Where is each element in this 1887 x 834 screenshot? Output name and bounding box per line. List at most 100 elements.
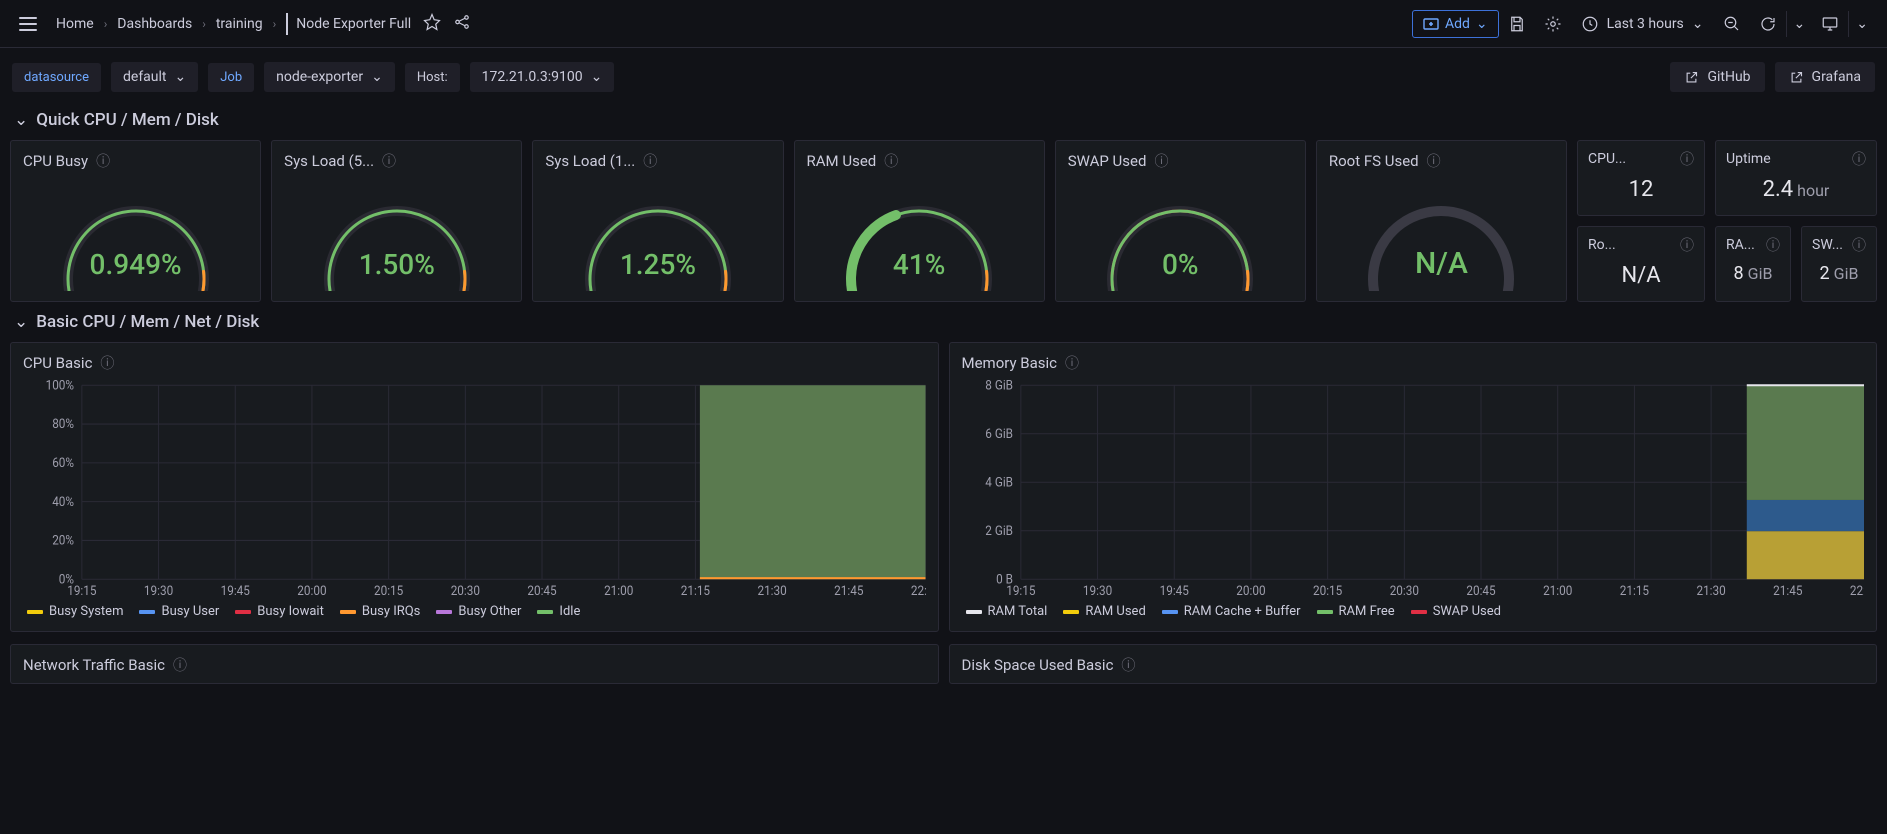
panel-memory-basic[interactable]: Memory Basic ⓘ 0 B2 GiB4 GiB6 GiB8 GiB 1… [949,342,1878,632]
panel-network-basic[interactable]: Network Traffic Basic ⓘ [10,644,939,684]
legend-item[interactable]: Busy IRQs [340,604,421,619]
save-icon[interactable] [1499,9,1535,39]
template-variables-row: datasource default ⌄ Job node-exporter ⌄… [0,48,1887,106]
var-datasource-select[interactable]: default ⌄ [111,62,198,92]
gauge-4[interactable]: SWAP Used ⓘ 0% [1055,140,1306,302]
svg-text:20:15: 20:15 [374,584,403,598]
gauge-2[interactable]: Sys Load (1... ⓘ 1.25% [532,140,783,302]
mem-legend: RAM Total RAM Used RAM Cache + Buffer RA… [962,598,1865,621]
svg-text:20:15: 20:15 [1313,584,1342,598]
time-range-picker[interactable]: Last 3 hours ⌄ [1571,10,1714,38]
svg-text:20:00: 20:00 [297,584,326,598]
stat-ram-total[interactable]: RA... ⓘ 8GiB [1715,226,1791,302]
info-icon[interactable]: ⓘ [1154,151,1168,171]
stat-uptime[interactable]: Uptime ⓘ 2.4hour [1715,140,1877,216]
grafana-link[interactable]: Grafana [1775,62,1875,92]
kiosk-picker[interactable]: ⌄ [1848,11,1875,37]
var-job-select[interactable]: node-exporter ⌄ [264,62,395,92]
stat-cpu-cores[interactable]: CPU... ⓘ 12 [1577,140,1705,216]
stat-swap-unit: GiB [1834,264,1859,283]
stat-col-2: Uptime ⓘ 2.4hour RA... ⓘ 8GiB SW... ⓘ 2G… [1715,140,1877,302]
panel-cpu-basic[interactable]: CPU Basic ⓘ 0%20%40%60%80%100% 19:1519:3… [10,342,939,632]
legend-item[interactable]: RAM Total [966,604,1048,619]
legend-swatch [1063,610,1079,614]
stat-ram-unit: GiB [1748,264,1773,283]
breadcrumb-current[interactable]: Node Exporter Full [296,16,411,32]
stat-uptime-unit: hour [1797,181,1829,200]
info-icon[interactable]: ⓘ [1680,235,1694,255]
svg-text:2 GiB: 2 GiB [985,524,1013,538]
info-icon[interactable]: ⓘ [100,353,114,373]
section-quick-toggle[interactable]: ⌄ Quick CPU / Mem / Disk [0,106,1887,134]
breadcrumb-training[interactable]: training [216,16,263,32]
svg-text:20:45: 20:45 [527,584,556,598]
svg-text:21:00: 21:00 [1543,584,1572,598]
stat-root-fs[interactable]: Ro... ⓘ N/A [1577,226,1705,302]
stat-swap-value: 2 [1820,263,1830,284]
chevron-right-icon: › [104,17,108,31]
legend-item[interactable]: RAM Cache + Buffer [1162,604,1301,619]
stat-col-1: CPU... ⓘ 12 Ro... ⓘ N/A [1577,140,1705,302]
info-icon[interactable]: ⓘ [643,151,657,171]
gauge-5[interactable]: Root FS Used ⓘ N/A [1316,140,1567,302]
legend-item[interactable]: SWAP Used [1411,604,1501,619]
stat-root-title: Ro... [1588,237,1616,253]
info-icon[interactable]: ⓘ [1427,151,1441,171]
gauge-1[interactable]: Sys Load (5... ⓘ 1.50% [271,140,522,302]
share-icon[interactable] [453,13,471,35]
legend-swatch [27,610,43,614]
info-icon[interactable]: ⓘ [1766,235,1780,255]
legend-label: RAM Used [1085,604,1145,619]
svg-text:80%: 80% [52,417,74,431]
breadcrumb-home[interactable]: Home [56,16,94,32]
gauge-3[interactable]: RAM Used ⓘ 41% [794,140,1045,302]
chevron-down-icon: ⌄ [1476,16,1488,32]
chevron-down-icon: ⌄ [591,69,603,85]
svg-text:21:15: 21:15 [681,584,710,598]
info-icon[interactable]: ⓘ [96,151,110,171]
legend-item[interactable]: Busy User [139,604,219,619]
breadcrumb-dashboards[interactable]: Dashboards [117,16,192,32]
info-icon[interactable]: ⓘ [1680,149,1694,169]
var-job-label: Job [208,63,254,92]
info-icon[interactable]: ⓘ [1852,149,1866,169]
monitor-icon[interactable] [1812,9,1848,39]
star-icon[interactable] [423,13,441,35]
gauge-3-title: RAM Used [807,152,877,170]
zoom-out-icon[interactable] [1714,9,1750,39]
quick-row: CPU Busy ⓘ 0.949% Sys Load (5... ⓘ [0,134,1887,308]
menu-icon[interactable] [12,8,44,40]
info-icon[interactable]: ⓘ [173,655,187,675]
refresh-icon[interactable] [1750,9,1786,39]
gauge-1-title: Sys Load (5... [284,152,374,170]
section-basic-toggle[interactable]: ⌄ Basic CPU / Mem / Net / Disk [0,308,1887,336]
gauge-2-value: 1.25% [545,248,770,281]
refresh-interval-picker[interactable]: ⌄ [1786,11,1813,37]
legend-item[interactable]: RAM Free [1317,604,1395,619]
github-link[interactable]: GitHub [1670,62,1764,92]
legend-item[interactable]: Busy Other [436,604,521,619]
panel-network-basic-title: Network Traffic Basic [23,656,165,674]
legend-swatch [235,610,251,614]
gauge-4-title: SWAP Used [1068,152,1147,170]
legend-item[interactable]: Busy System [27,604,123,619]
var-host-select[interactable]: 172.21.0.3:9100 ⌄ [470,62,615,92]
info-icon[interactable]: ⓘ [884,151,898,171]
legend-item[interactable]: Busy Iowait [235,604,324,619]
gauge-0[interactable]: CPU Busy ⓘ 0.949% [10,140,261,302]
legend-item[interactable]: RAM Used [1063,604,1145,619]
stat-swap-total[interactable]: SW... ⓘ 2GiB [1801,226,1877,302]
gear-icon[interactable] [1535,9,1571,39]
svg-text:19:30: 19:30 [144,584,173,598]
panel-disk-basic[interactable]: Disk Space Used Basic ⓘ [949,644,1878,684]
svg-text:60%: 60% [52,456,74,470]
info-icon[interactable]: ⓘ [1065,353,1079,373]
info-icon[interactable]: ⓘ [1121,655,1135,675]
svg-text:6 GiB: 6 GiB [985,427,1013,441]
svg-text:21:30: 21:30 [1696,584,1725,598]
info-icon[interactable]: ⓘ [1852,235,1866,255]
legend-item[interactable]: Idle [537,604,580,619]
gauge-2-title: Sys Load (1... [545,152,635,170]
add-button[interactable]: Add ⌄ [1412,10,1499,38]
info-icon[interactable]: ⓘ [382,151,396,171]
